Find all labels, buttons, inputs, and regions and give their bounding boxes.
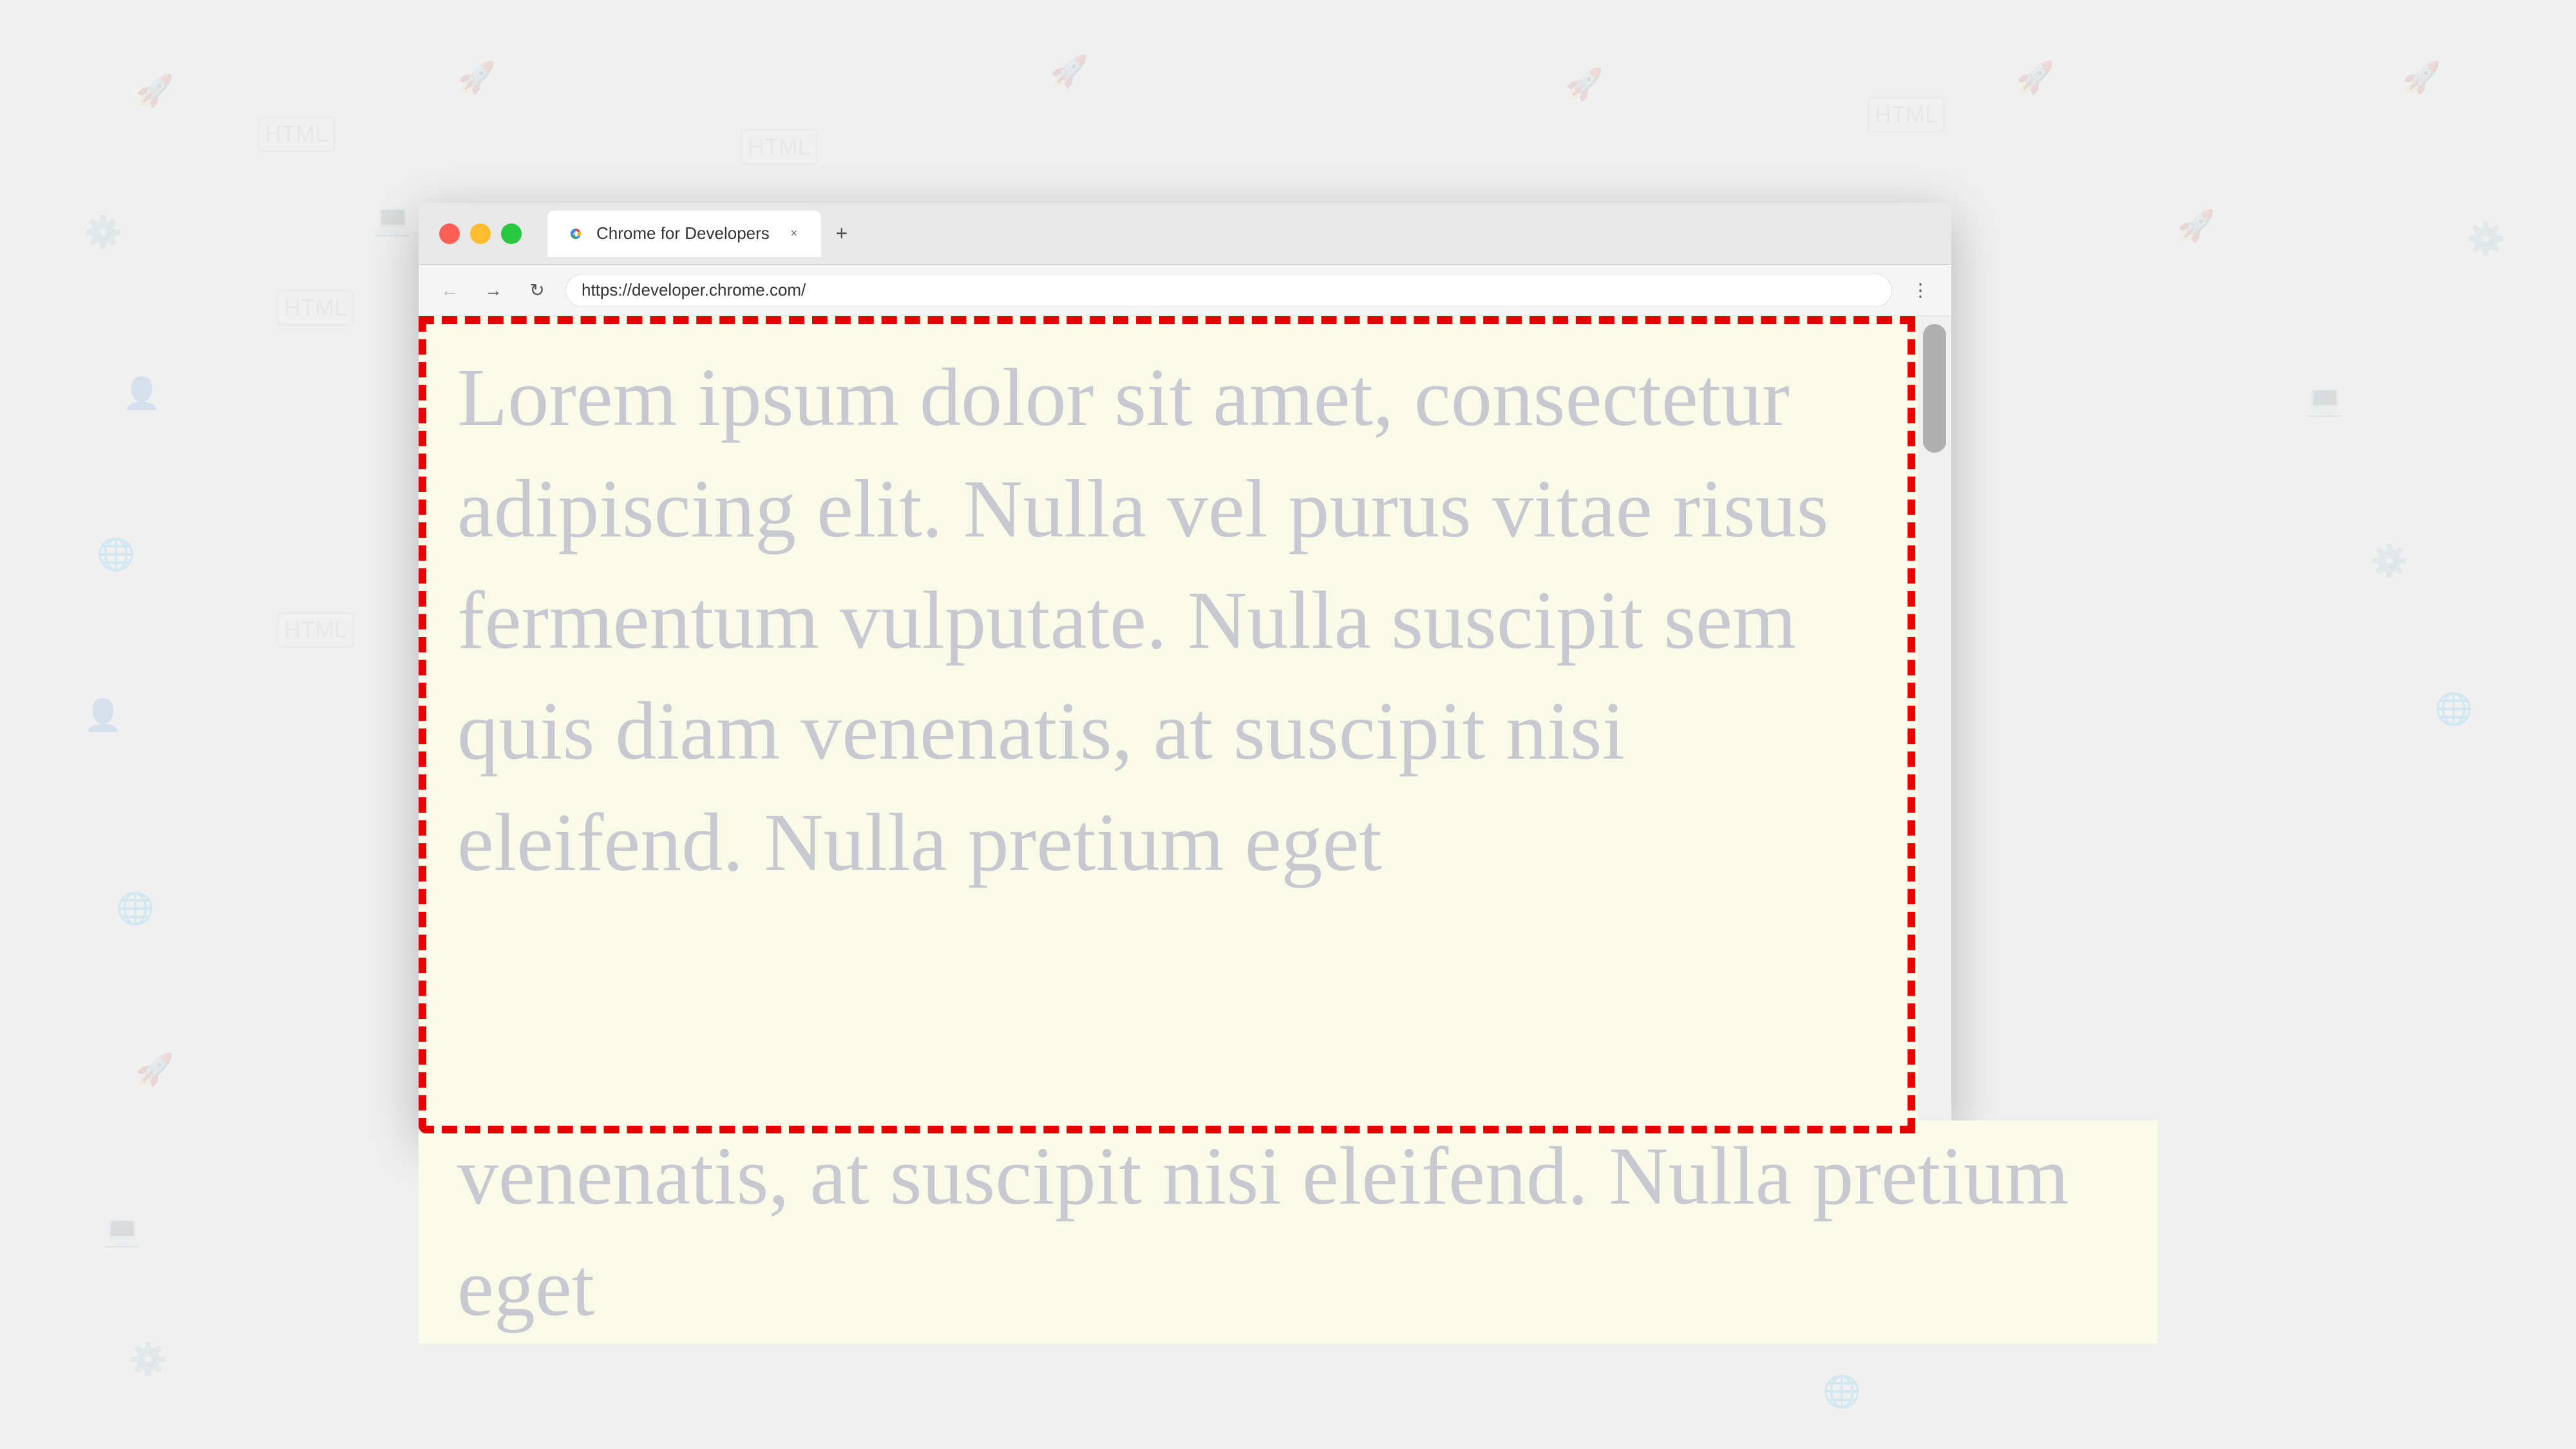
bg-icon-6: 🚀 [2383, 39, 2460, 116]
bg-icon-18: 👤 [64, 676, 142, 753]
tab-bar: Chrome for Developers × + [542, 211, 1951, 257]
refresh-button[interactable]: ↻ [522, 275, 553, 306]
scrollbar-track [1918, 316, 1951, 1133]
url-text: https://developer.chrome.com/ [582, 280, 806, 300]
lorem-text-content: Lorem ipsum dolor sit amet, consectetur … [457, 352, 1828, 888]
bg-html-badge-6: HTML [277, 612, 354, 648]
forward-button[interactable]: → [478, 275, 509, 306]
bg-icon-28: 🌐 [1803, 1352, 1880, 1430]
bg-icon-25: 💻 [84, 1191, 161, 1269]
bg-icon-5: 🚀 [1996, 39, 2074, 116]
minimize-button[interactable] [470, 223, 491, 244]
chrome-logo-icon [565, 223, 586, 244]
bg-icon-2: 🚀 [438, 39, 515, 116]
window-controls [419, 223, 542, 244]
active-tab[interactable]: Chrome for Developers × [547, 211, 821, 257]
bg-html-badge-1: HTML [258, 116, 335, 152]
bg-icon-12: 👤 [103, 354, 180, 431]
menu-dots-icon: ⋮ [1911, 279, 1929, 301]
bg-icon-7: ⚙️ [64, 193, 142, 270]
bg-icon-10: 🚀 [2157, 187, 2235, 264]
bg-icon-20: 🌐 [2415, 670, 2492, 747]
bg-icon-23: 🚀 [116, 1030, 193, 1108]
refresh-icon: ↻ [529, 279, 544, 301]
back-button[interactable]: ← [434, 275, 465, 306]
bg-icon-3: 🚀 [1030, 32, 1108, 109]
bg-icon-21: 🌐 [97, 869, 174, 947]
bg-icon-27: ⚙️ [109, 1320, 187, 1397]
bg-icon-17: ⚙️ [2351, 522, 2428, 599]
page-content: Lorem ipsum dolor sit amet, consectetur … [419, 316, 1951, 1133]
new-tab-button[interactable]: + [826, 218, 857, 249]
back-icon: ← [440, 280, 459, 301]
bg-icon-1: 🚀 [116, 52, 193, 129]
address-bar: ← → ↻ https://developer.chrome.com/ ⋮ [419, 265, 1951, 316]
tab-close-button[interactable]: × [785, 225, 803, 243]
bg-html-badge-4: HTML [277, 290, 354, 326]
maximize-button[interactable] [501, 223, 522, 244]
close-button[interactable] [439, 223, 460, 244]
overflow-text: venenatis, at suscipit nisi eleifend. Nu… [419, 1121, 2157, 1343]
browser-menu-button[interactable]: ⋮ [1905, 275, 1936, 306]
url-input[interactable]: https://developer.chrome.com/ [565, 274, 1892, 307]
title-bar: Chrome for Developers × + [419, 203, 1951, 265]
bg-icon-11: ⚙️ [2447, 200, 2524, 277]
forward-icon: → [484, 280, 502, 301]
scrollbar-thumb[interactable] [1923, 324, 1946, 453]
lorem-text: Lorem ipsum dolor sit amet, consectetur … [419, 316, 1951, 924]
bg-html-badge-3: HTML [1868, 97, 1945, 133]
bg-icon-15: 🌐 [77, 515, 155, 592]
browser-window: Chrome for Developers × + ← → ↻ https://… [419, 203, 1951, 1133]
bg-icon-4: 🚀 [1546, 45, 1623, 122]
tab-title: Chrome for Developers [596, 223, 770, 243]
bg-html-badge-2: HTML [741, 129, 818, 165]
bg-icon-14: 💻 [2286, 361, 2363, 438]
